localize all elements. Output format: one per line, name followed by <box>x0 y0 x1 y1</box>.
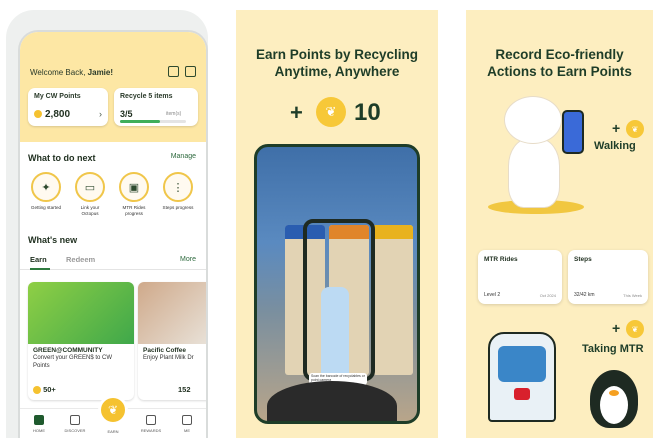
bear-head <box>504 96 562 144</box>
user-name: Jamie! <box>87 68 114 77</box>
chevron-right-icon: › <box>99 109 102 119</box>
mtr-rides-card: MTR Rides Level 2 Oct 2024 <box>478 250 562 304</box>
train-icon: ▣ <box>119 172 149 202</box>
recycle-card-title: Recycle 5 items <box>120 93 173 100</box>
offer-title: Pacific Coffee <box>143 347 186 354</box>
recycle-progress-fill <box>120 120 160 123</box>
action-link-octopus[interactable]: ▭ Link your Octopus <box>72 172 108 216</box>
steps-value: 32/42 km <box>574 292 595 298</box>
recycle-card[interactable]: Recycle 5 items 3/5 item(s) <box>114 88 198 126</box>
more-link[interactable]: More <box>180 256 196 263</box>
mtr-card-title: MTR Rides <box>484 256 518 263</box>
manage-link[interactable]: Manage <box>171 153 196 160</box>
nav-me[interactable]: ME <box>172 415 202 433</box>
what-to-do-title: What to do next <box>28 153 96 163</box>
action-label: Link your Octopus <box>80 205 100 216</box>
penguin-mascot <box>590 370 638 428</box>
bottle-icon <box>321 287 349 377</box>
bin-yellow <box>373 225 413 375</box>
taking-mtr-label: Taking MTR <box>582 343 644 355</box>
penguin-beak <box>609 390 619 396</box>
recycling-photo: Scan the barcode of recyclables or point… <box>254 144 420 424</box>
leaf-coin-icon: ❦ <box>316 97 346 127</box>
points-value: 2,800 <box>34 109 70 120</box>
sparkle-icon: ✦ <box>31 172 61 202</box>
coin-icon <box>34 110 42 119</box>
phone-panel: Welcome Back, Jamie! My CW Points 2,800 … <box>6 10 208 438</box>
plus-sign: + <box>612 120 621 136</box>
bear-body <box>508 138 560 208</box>
eco-actions-headline: Record Eco-friendly Actions to Earn Poin… <box>487 47 632 79</box>
mail-icon[interactable] <box>185 66 196 77</box>
polar-bear-mascot <box>500 96 566 214</box>
nav-home[interactable]: HOME <box>24 415 54 433</box>
eco-actions-panel: Record Eco-friendly Actions to Earn Poin… <box>466 10 653 438</box>
offer-points: 152 <box>178 385 191 394</box>
user-icon <box>182 415 192 425</box>
steps-period: This Week <box>623 293 642 298</box>
offer-subtitle: Enjoy Plant Milk Dr <box>143 355 194 361</box>
earn-fab-leaf-icon[interactable]: ❦ <box>98 395 128 425</box>
nav-earn-label: EARN <box>107 429 119 434</box>
phone-screen: Welcome Back, Jamie! My CW Points 2,800 … <box>20 32 206 438</box>
mtr-date: Oct 2024 <box>539 293 556 298</box>
leaf-coin-icon: ❦ <box>626 320 644 338</box>
offer-card[interactable]: Pacific Coffee Enjoy Plant Milk Dr 152 <box>138 282 206 400</box>
coin-icon <box>33 386 41 394</box>
steps-card-title: Steps <box>574 256 592 263</box>
offer-image <box>28 282 134 344</box>
tab-redeem[interactable]: Redeem <box>66 255 95 264</box>
mtr-train-illustration <box>488 332 556 422</box>
recycling-headline: Earn Points by Recycling Anytime, Anywhe… <box>255 47 419 79</box>
earn-redeem-tabs: Earn Redeem More <box>20 254 206 270</box>
whats-new-title: What's new <box>28 235 78 245</box>
action-steps[interactable]: ⋮ Steps progress <box>160 172 196 211</box>
mtr-logo-icon <box>514 388 530 400</box>
nav-discover[interactable]: DISCOVER <box>60 415 90 433</box>
offer-subtitle: Convert your GREEN$ to CW Points <box>33 355 113 369</box>
recycling-panel: Earn Points by Recycling Anytime, Anywhe… <box>236 10 438 438</box>
scan-icon[interactable] <box>168 66 179 77</box>
offer-title: GREEN@COMMUNITY <box>33 347 103 354</box>
action-mtr-rides[interactable]: ▣ MTR Rides progress <box>116 172 152 216</box>
app-store-screenshots: Welcome Back, Jamie! My CW Points 2,800 … <box>0 0 653 438</box>
points-reward: 10 <box>354 99 381 126</box>
action-getting-started[interactable]: ✦ Getting started <box>28 172 64 211</box>
bottom-nav: HOME DISCOVER ❦ EARN REWARDS ME <box>20 395 206 438</box>
card-icon: ▭ <box>75 172 105 202</box>
leaf-coin-icon: ❦ <box>626 120 644 138</box>
plus-sign: + <box>612 320 621 336</box>
plus-sign: + <box>290 100 303 125</box>
gift-icon <box>146 415 156 425</box>
tab-earn[interactable]: Earn <box>30 255 47 264</box>
action-label: MTR Rides progress <box>122 205 146 216</box>
points-card[interactable]: My CW Points 2,800 › <box>28 88 108 126</box>
mtr-level: Level 2 <box>484 292 501 298</box>
steps-card: Steps 32/42 km This Week <box>568 250 648 304</box>
footprint-icon: ⋮ <box>163 172 193 202</box>
home-icon <box>34 415 44 425</box>
nav-rewards[interactable]: REWARDS <box>136 415 166 433</box>
offer-image <box>138 282 206 344</box>
tab-earn-indicator <box>30 268 50 270</box>
header-icons <box>168 66 196 77</box>
offer-card[interactable]: GREEN@COMMUNITY Convert your GREEN$ to C… <box>28 282 134 400</box>
action-label: Getting started <box>30 205 62 210</box>
recycle-unit: item(s) <box>166 111 182 117</box>
action-label: Steps progress <box>162 205 194 210</box>
recycle-progress <box>120 120 186 123</box>
walking-label: Walking <box>594 140 636 152</box>
offer-points: 50+ <box>33 385 56 394</box>
welcome-prefix: Welcome Back, <box>30 68 86 77</box>
phone-icon <box>562 110 584 154</box>
welcome-text: Welcome Back, Jamie! <box>30 68 113 77</box>
hand-silhouette <box>267 381 397 421</box>
train-window <box>498 346 546 382</box>
discover-icon <box>70 415 80 425</box>
points-card-title: My CW Points <box>34 93 81 100</box>
recycle-count: 3/5 <box>120 109 133 119</box>
